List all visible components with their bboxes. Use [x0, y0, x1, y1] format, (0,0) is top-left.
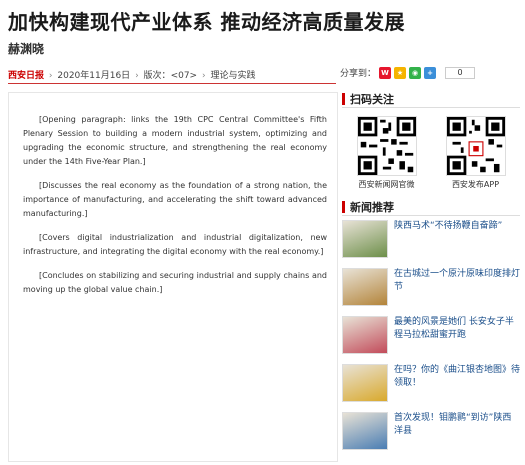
list-item[interactable]: 在吗？你的《曲江银杏地图》待领取！ — [342, 364, 520, 406]
news-thumbnail[interactable] — [342, 220, 388, 258]
news-link[interactable]: 在吗？你的《曲江银杏地图》待领取！ — [394, 364, 520, 390]
news-thumbnail[interactable] — [342, 364, 388, 402]
sidebar: 扫码关注 西安新闻网官微 西安发布APP 新闻推荐 陕西马术“不待扬鞭自奋蹄” … — [342, 92, 520, 460]
divider — [8, 83, 336, 84]
separator: › — [48, 71, 53, 81]
title-marker — [342, 92, 345, 105]
share-count: 0 — [445, 66, 476, 79]
news-link[interactable]: 首次发现！钼鹏鹮“到访”陕西洋县 — [394, 412, 520, 438]
paragraph: [Discusses the real economy as the found… — [23, 181, 327, 218]
separator: › — [201, 71, 206, 81]
news-thumbnail[interactable] — [342, 268, 388, 306]
article-body: [Opening paragraph: links the 19th CPC C… — [8, 92, 338, 462]
title-marker — [342, 200, 345, 213]
news-title-text: 新闻推荐 — [350, 200, 394, 214]
column-link[interactable]: 理论与实践 — [210, 71, 255, 81]
scan-title-text: 扫码关注 — [350, 92, 394, 106]
paragraph: [Opening paragraph: links the 19th CPC C… — [23, 115, 327, 166]
news-list: 陕西马术“不待扬鞭自奋蹄” 在古城过一个原汁原味印度排灯节 最美的风景是她们 长… — [342, 220, 520, 454]
paragraph: [Concludes on stabilizing and securing i… — [23, 271, 327, 294]
more-icon[interactable]: + — [424, 66, 437, 79]
page-title: 加快构建现代产业体系 推动经济高质量发展 — [8, 10, 405, 34]
share-bar: 分享到： W ★ ◉ + 0 — [340, 66, 476, 79]
qzone-icon[interactable]: ★ — [394, 66, 407, 79]
list-item[interactable]: 陕西马术“不待扬鞭自奋蹄” — [342, 220, 520, 262]
author-name: 赫渊晓 — [8, 42, 45, 56]
list-item[interactable]: 在古城过一个原汁原味印度排灯节 — [342, 268, 520, 310]
list-item[interactable]: 首次发现！钼鹏鹮“到访”陕西洋县 — [342, 412, 520, 454]
list-item[interactable]: 最美的风景是她们 长安女子半程马拉松甜蜜开跑 — [342, 316, 520, 358]
publish-date: 2020年11月16日 — [57, 71, 131, 81]
section-value: <07> — [170, 71, 198, 81]
news-thumbnail[interactable] — [342, 316, 388, 354]
section-label: 版次： — [143, 71, 171, 81]
qr-caption: 西安发布APP — [451, 180, 500, 189]
share-label: 分享到： — [340, 69, 377, 79]
news-link[interactable]: 在古城过一个原汁原味印度排灯节 — [394, 268, 520, 294]
scan-section-title: 扫码关注 — [342, 92, 520, 108]
paragraph: [Covers digital industrialization and in… — [23, 233, 327, 256]
qr-code-icon — [356, 116, 417, 176]
weibo-icon[interactable]: W — [379, 66, 392, 79]
qr-codes: 西安新闻网官微 西安发布APP — [342, 116, 520, 190]
news-section-title: 新闻推荐 — [342, 200, 520, 216]
news-link[interactable]: 陕西马术“不待扬鞭自奋蹄” — [394, 220, 502, 233]
qr-item-app: 西安发布APP — [440, 116, 512, 190]
qr-item-weibo: 西安新闻网官微 — [351, 116, 423, 190]
qr-caption: 西安新闻网官微 — [358, 180, 415, 189]
source-link[interactable]: 西安日报 — [8, 71, 44, 81]
news-thumbnail[interactable] — [342, 412, 388, 450]
separator: › — [135, 71, 139, 81]
qr-code-icon — [445, 116, 506, 176]
news-link[interactable]: 最美的风景是她们 长安女子半程马拉松甜蜜开跑 — [394, 316, 520, 342]
article-meta: 西安日报 › 2020年11月16日 › 版次：<07> › 理论与实践 — [8, 68, 255, 81]
wechat-icon[interactable]: ◉ — [409, 66, 422, 79]
